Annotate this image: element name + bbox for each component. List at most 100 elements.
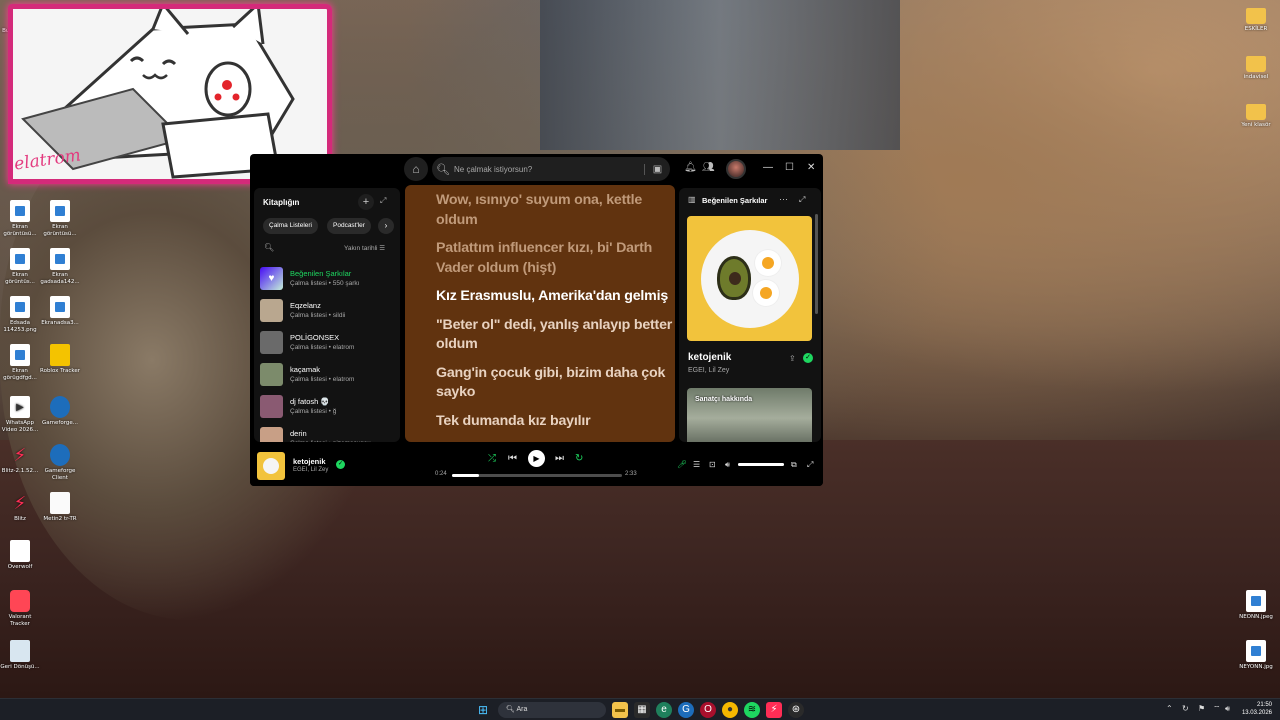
- avatar[interactable]: [726, 159, 746, 179]
- volume-tray-icon[interactable]: 🔊︎: [1225, 704, 1230, 714]
- close-icon[interactable]: ✕: [807, 162, 815, 173]
- lyric-line[interactable]: Kız Erasmuslu, Amerika'dan gelmiş: [436, 287, 675, 307]
- chevron-right-icon[interactable]: ›: [378, 218, 394, 234]
- minimize-icon[interactable]: —: [763, 162, 773, 173]
- np-song-title[interactable]: ketojenik: [688, 352, 731, 363]
- desktop-icon[interactable]: Valorant Tracker: [0, 590, 42, 628]
- store-icon[interactable]: ▦: [634, 702, 650, 718]
- maximize-icon[interactable]: ☐: [785, 162, 794, 173]
- wifi-icon[interactable]: ⌔: [1213, 704, 1221, 714]
- expand-icon[interactable]: ⤢: [380, 196, 386, 206]
- fullscreen-icon[interactable]: ⤢: [807, 460, 813, 470]
- next-icon[interactable]: ⏭: [555, 453, 564, 464]
- desktop-icon[interactable]: Ekran gadsada142...: [38, 248, 82, 286]
- desktop-icon[interactable]: Gameforge Client: [38, 444, 82, 482]
- library-item[interactable]: kaçamak Çalma listesi • elatrom: [260, 358, 400, 390]
- create-plus-icon[interactable]: +: [358, 194, 374, 210]
- clock[interactable]: 21:50 13.03.2026: [1238, 701, 1272, 717]
- plain-icon: [50, 492, 70, 514]
- desktop-icon[interactable]: Ekran görügdfgd...: [0, 344, 42, 382]
- tray-app-icon[interactable]: ⚑: [1198, 704, 1205, 713]
- play-button[interactable]: ▶: [528, 450, 545, 467]
- connect-device-icon[interactable]: ⊡: [709, 460, 716, 469]
- about-artist-card[interactable]: Sanatçı hakkında: [687, 388, 812, 442]
- desktop-icon[interactable]: NEYONN.jpg: [1234, 640, 1278, 671]
- desktop-icon[interactable]: Ekran görüntüsü...: [0, 200, 42, 238]
- library-item[interactable]: Eqzelanz Çalma listesi • sildii: [260, 294, 400, 326]
- desktop-icon[interactable]: Geri Dönüşü...: [0, 640, 42, 671]
- queue-icon[interactable]: ☰: [693, 460, 700, 469]
- taskbar-search[interactable]: 🔍︎ Ara: [498, 702, 606, 718]
- blitz-icon[interactable]: ⚡: [766, 702, 782, 718]
- desktop-icon[interactable]: Overwolf: [0, 540, 42, 571]
- desktop-icon[interactable]: ⚡ Blitz: [0, 492, 42, 523]
- duration-time: 2:33: [625, 471, 637, 477]
- desktop-icon[interactable]: Metin2 tr-TR: [38, 492, 82, 523]
- player-album-art[interactable]: [257, 452, 285, 480]
- desktop-icon[interactable]: Edsada 114253.png: [0, 296, 42, 334]
- lyric-line[interactable]: Patlattım influencer kızı, bi' Darth Vad…: [436, 239, 675, 278]
- file-icon: [10, 200, 30, 222]
- desktop-icon[interactable]: Ekranadsa3...: [38, 296, 82, 327]
- gameforge-icon[interactable]: G: [678, 702, 694, 718]
- friends-activity-icon[interactable]: 👥︎: [702, 162, 715, 173]
- opera-icon[interactable]: O: [700, 702, 716, 718]
- spotify-icon[interactable]: ≋: [744, 702, 760, 718]
- search-input[interactable]: 🔍︎ Ne çalmak istiyorsun? ▣: [432, 157, 670, 181]
- volume-icon[interactable]: 🔊︎: [725, 460, 730, 470]
- repeat-icon[interactable]: ↻: [575, 453, 583, 464]
- library-item[interactable]: ♥ Beğenilen Şarkılar Çalma listesi • 550 ş…: [260, 262, 400, 294]
- app-icon[interactable]: ⊛: [788, 702, 804, 718]
- desktop-icon[interactable]: Gameforge...: [38, 396, 82, 427]
- desktop-icon[interactable]: Ekran görüntüsü...: [38, 200, 82, 238]
- lyric-line[interactable]: Tek dumanda kız bayılır: [436, 412, 675, 432]
- desktop-icon[interactable]: NEONN.jpeg: [1234, 590, 1278, 621]
- lyric-line[interactable]: "Beter ol" dedi, yanlış anlayıp better o…: [436, 316, 675, 355]
- bell-icon[interactable]: 🔔︎: [684, 162, 697, 173]
- chrome-icon[interactable]: ●: [722, 702, 738, 718]
- desktop-icon-label: Yeni klasör: [1241, 122, 1271, 128]
- expand-icon[interactable]: ⤢: [799, 195, 805, 205]
- more-icon[interactable]: ···: [779, 194, 788, 204]
- lyrics-mic-icon[interactable]: 🎤︎: [677, 460, 687, 469]
- desktop-icon[interactable]: Roblox Tracker: [38, 344, 82, 375]
- tray-app-icon[interactable]: ↻: [1182, 704, 1189, 713]
- saved-check-icon[interactable]: ✓: [803, 353, 813, 363]
- player-song-title[interactable]: ketojenik: [293, 457, 326, 466]
- search-icon: 🔍︎: [436, 163, 450, 176]
- lyric-line[interactable]: Gang'in çocuk gibi, bizim daha çok sayko: [436, 364, 675, 403]
- desktop-icon[interactable]: Yeni klasör: [1234, 100, 1278, 129]
- np-playlist-title[interactable]: Beğenilen Şarkılar: [702, 196, 767, 205]
- tray-chevron-icon[interactable]: ⌃: [1166, 704, 1173, 713]
- player-artists[interactable]: EGEI, Lil Zey: [293, 467, 328, 473]
- share-icon[interactable]: ⇪: [789, 354, 796, 363]
- windows-start-icon[interactable]: ⊞: [478, 703, 488, 717]
- desktop-icon[interactable]: ESKİLER: [1234, 4, 1278, 33]
- file-explorer-icon[interactable]: ▬: [612, 702, 628, 718]
- volume-slider[interactable]: [738, 463, 784, 466]
- miniplayer-icon[interactable]: ⧉: [791, 460, 797, 470]
- chip-playlists[interactable]: Çalma Listeleri: [263, 218, 318, 234]
- library-item[interactable]: derin Çalma listesi • nizemsavgex: [260, 422, 400, 442]
- desktop-icon[interactable]: indavisel: [1234, 52, 1278, 81]
- browse-icon[interactable]: ▣: [644, 163, 670, 175]
- library-item-name: kaçamak: [290, 365, 321, 374]
- library-item[interactable]: POLİGONSEX Çalma listesi • elatrom: [260, 326, 400, 358]
- library-search-icon[interactable]: 🔍︎: [264, 243, 274, 252]
- lyric-line[interactable]: Wow, ısınıyo' suyum ona, kettle oldum: [436, 191, 675, 230]
- chip-podcasts[interactable]: Podcast'ler: [327, 218, 371, 234]
- home-icon[interactable]: ⌂: [404, 157, 428, 181]
- scrollbar[interactable]: [815, 214, 818, 314]
- library-sort[interactable]: Yakın tarihli ☰: [344, 244, 385, 252]
- previous-icon[interactable]: ⏮: [508, 453, 517, 464]
- shuffle-icon[interactable]: ⤮: [488, 453, 496, 464]
- desktop-icon[interactable]: WhatsApp Video 2026...: [0, 396, 42, 434]
- desktop-icon[interactable]: Ekran görüntüs...: [0, 248, 42, 286]
- progress-bar[interactable]: [452, 474, 622, 477]
- desktop-icon[interactable]: ⚡ Blitz-2.1.52...: [0, 444, 42, 475]
- desktop-icon-label: Ekran görüntüs...: [5, 272, 35, 285]
- library-item[interactable]: dj fatosh 💀 Çalma listesi • ğ: [260, 390, 400, 422]
- np-artists[interactable]: EGEI, Lil Zey: [688, 367, 729, 374]
- edge-icon[interactable]: e: [656, 702, 672, 718]
- saved-check-icon[interactable]: ✓: [336, 460, 345, 469]
